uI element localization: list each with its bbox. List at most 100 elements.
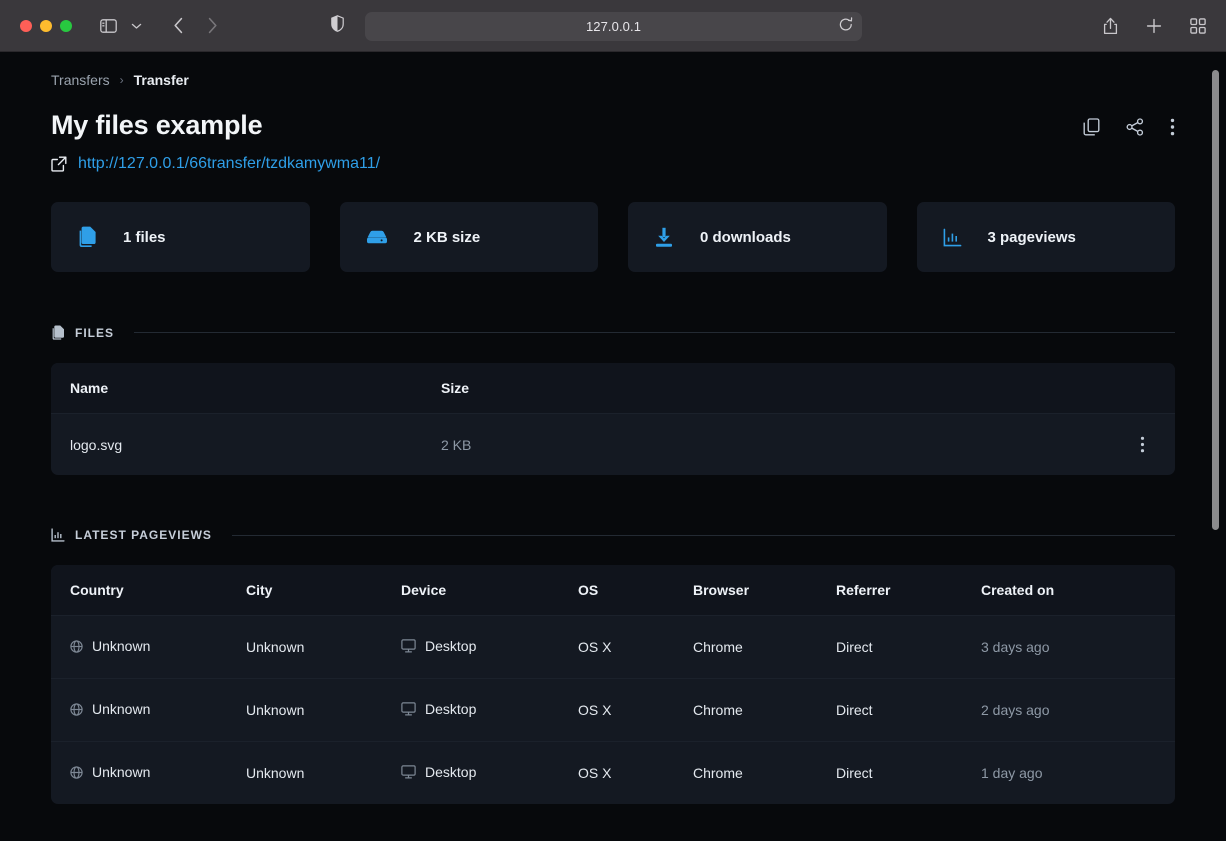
pageviews-section-header: LATEST PAGEVIEWS <box>51 528 1175 542</box>
pageviews-table-head: Country City Device OS Browser Referrer … <box>51 565 1175 616</box>
sidebar-icon[interactable] <box>94 12 122 40</box>
address-bar[interactable]: 127.0.0.1 <box>365 12 862 41</box>
transfer-link-row: http://127.0.0.1/66transfer/tzdkamywma11… <box>51 155 1175 173</box>
globe-icon <box>70 640 83 653</box>
pv-device-cell: Desktop <box>401 616 578 679</box>
copy-icon[interactable] <box>1083 118 1100 136</box>
stat-label-pageviews: 3 pageviews <box>988 229 1076 246</box>
files-icon <box>51 325 65 340</box>
minimize-window-button[interactable] <box>40 20 52 32</box>
page-content: Transfers › Transfer My files example <box>0 52 1226 841</box>
file-actions-cell <box>782 414 1175 476</box>
pv-country-text: Unknown <box>92 638 150 654</box>
pv-device-text: Desktop <box>425 764 476 780</box>
pv-column-browser: Browser <box>693 565 836 616</box>
table-row[interactable]: Unknown Unknown <box>51 742 1175 805</box>
stat-card-files[interactable]: 1 files <box>51 202 310 272</box>
pv-referrer-cell: Direct <box>836 742 981 805</box>
maximize-window-button[interactable] <box>60 20 72 32</box>
monitor-icon <box>401 639 416 653</box>
files-section-title: FILES <box>75 326 114 340</box>
files-table-head: Name Size <box>51 363 1175 414</box>
window-traffic-lights <box>20 20 72 32</box>
bar-chart-icon <box>51 528 65 542</box>
table-row[interactable]: Unknown Unknown <box>51 616 1175 679</box>
stat-label-files: 1 files <box>123 229 166 246</box>
share-icon[interactable] <box>1096 12 1124 40</box>
file-name-cell: logo.svg <box>51 414 441 476</box>
shield-icon[interactable] <box>331 15 344 37</box>
pv-device-cell: Desktop <box>401 742 578 805</box>
stat-card-pageviews[interactable]: 3 pageviews <box>917 202 1176 272</box>
pv-browser-cell: Chrome <box>693 742 836 805</box>
scrollbar-thumb[interactable] <box>1212 70 1219 530</box>
files-header-row: Name Size <box>51 363 1175 414</box>
pv-country-text: Unknown <box>92 701 150 717</box>
stat-label-downloads: 0 downloads <box>700 229 791 246</box>
pv-city-cell: Unknown <box>246 742 401 805</box>
close-window-button[interactable] <box>20 20 32 32</box>
pv-created-cell: 2 days ago <box>981 679 1175 742</box>
pv-country-cell: Unknown <box>51 679 246 742</box>
page-scrollbar[interactable] <box>1213 60 1223 841</box>
share-icon[interactable] <box>1126 118 1144 136</box>
back-arrow-icon[interactable] <box>164 12 192 40</box>
tab-overview-icon[interactable] <box>1184 12 1212 40</box>
bar-chart-icon <box>943 228 962 247</box>
browser-toolbar: 127.0.0.1 <box>0 0 1226 52</box>
pv-city-cell: Unknown <box>246 679 401 742</box>
pv-column-os: OS <box>578 565 693 616</box>
breadcrumb-separator-icon: › <box>120 73 124 87</box>
pv-column-created: Created on <box>981 565 1175 616</box>
pv-column-device: Device <box>401 565 578 616</box>
stat-card-size[interactable]: 2 KB size <box>340 202 599 272</box>
chevron-down-icon[interactable] <box>122 12 150 40</box>
page-title: My files example <box>51 110 262 141</box>
files-column-size: Size <box>441 363 782 414</box>
globe-icon <box>70 703 83 716</box>
url-text: 127.0.0.1 <box>586 19 641 34</box>
database-icon <box>366 229 388 245</box>
pv-column-city: City <box>246 565 401 616</box>
table-row[interactable]: Unknown Unknown <box>51 679 1175 742</box>
page-title-row: My files example <box>51 110 1175 141</box>
files-table: Name Size logo.svg 2 KB <box>51 363 1175 475</box>
pv-created-cell: 3 days ago <box>981 616 1175 679</box>
files-table-card: Name Size logo.svg 2 KB <box>51 363 1175 475</box>
pv-country-text: Unknown <box>92 764 150 780</box>
transfer-share-link[interactable]: http://127.0.0.1/66transfer/tzdkamywma11… <box>78 155 380 173</box>
stat-label-size: 2 KB size <box>414 229 481 246</box>
files-section-header: FILES <box>51 325 1175 340</box>
pv-device-text: Desktop <box>425 701 476 717</box>
pv-created-cell: 1 day ago <box>981 742 1175 805</box>
pv-city-cell: Unknown <box>246 616 401 679</box>
section-divider <box>232 535 1175 536</box>
reload-icon[interactable] <box>839 17 853 37</box>
breadcrumb-item-transfer[interactable]: Transfer <box>134 72 189 88</box>
breadcrumb-item-transfers[interactable]: Transfers <box>51 72 110 88</box>
more-vertical-icon[interactable] <box>1170 118 1175 136</box>
globe-icon <box>70 766 83 779</box>
page-actions <box>1083 110 1175 136</box>
pv-device-cell: Desktop <box>401 679 578 742</box>
stat-card-downloads[interactable]: 0 downloads <box>628 202 887 272</box>
stats-row: 1 files 2 KB size 0 downloads <box>51 202 1175 272</box>
download-icon <box>654 227 674 248</box>
external-link-icon[interactable] <box>51 156 67 172</box>
pv-browser-cell: Chrome <box>693 679 836 742</box>
pageviews-section-title: LATEST PAGEVIEWS <box>75 528 212 542</box>
files-column-actions <box>782 363 1175 414</box>
pv-referrer-cell: Direct <box>836 679 981 742</box>
forward-arrow-icon[interactable] <box>198 12 226 40</box>
pv-device-text: Desktop <box>425 638 476 654</box>
table-row[interactable]: logo.svg 2 KB <box>51 414 1175 476</box>
files-table-body: logo.svg 2 KB <box>51 414 1175 476</box>
pv-referrer-cell: Direct <box>836 616 981 679</box>
pv-os-cell: OS X <box>578 742 693 805</box>
pageviews-table-card: Country City Device OS Browser Referrer … <box>51 565 1175 804</box>
plus-icon[interactable] <box>1140 12 1168 40</box>
breadcrumb: Transfers › Transfer <box>51 52 1175 88</box>
pv-column-referrer: Referrer <box>836 565 981 616</box>
more-vertical-icon[interactable] <box>782 436 1175 453</box>
file-size-cell: 2 KB <box>441 414 782 476</box>
